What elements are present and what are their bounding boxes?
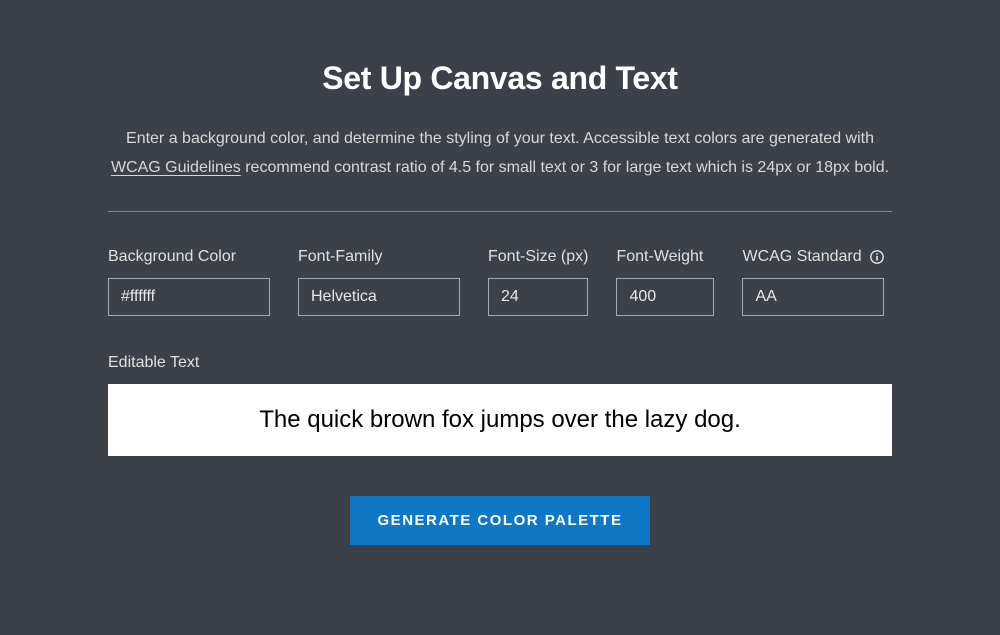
- button-row: GENERATE COLOR PALETTE: [108, 496, 892, 545]
- font-size-label: Font-Size (px): [488, 248, 588, 266]
- editable-text-group: Editable Text The quick brown fox jumps …: [108, 354, 892, 456]
- description-text-2: recommend contrast ratio of 4.5 for smal…: [241, 159, 889, 176]
- generate-palette-button[interactable]: GENERATE COLOR PALETTE: [350, 496, 651, 545]
- font-family-label: Font-Family: [298, 248, 460, 266]
- font-family-group: Font-Family: [298, 248, 460, 316]
- wcag-guidelines-link[interactable]: WCAG Guidelines: [111, 159, 241, 176]
- font-weight-group: Font-Weight: [616, 248, 714, 316]
- wcag-standard-label-row: WCAG Standard: [742, 248, 883, 266]
- background-color-label: Background Color: [108, 248, 270, 266]
- font-weight-input[interactable]: [616, 278, 714, 316]
- page-description: Enter a background color, and determine …: [108, 125, 892, 183]
- font-family-input[interactable]: [298, 278, 460, 316]
- description-text-1: Enter a background color, and determine …: [126, 130, 874, 147]
- wcag-standard-label: WCAG Standard: [742, 248, 861, 266]
- background-color-group: Background Color: [108, 248, 270, 316]
- font-weight-label: Font-Weight: [616, 248, 714, 266]
- divider: [108, 211, 892, 212]
- form-row: Background Color Font-Family Font-Size (…: [108, 248, 892, 316]
- editable-text-label: Editable Text: [108, 354, 892, 372]
- background-color-input[interactable]: [108, 278, 270, 316]
- wcag-standard-group: WCAG Standard: [742, 248, 883, 316]
- font-size-group: Font-Size (px): [488, 248, 588, 316]
- font-size-input[interactable]: [488, 278, 588, 316]
- wcag-standard-input[interactable]: [742, 278, 883, 316]
- info-icon[interactable]: [870, 250, 884, 264]
- page-title: Set Up Canvas and Text: [108, 60, 892, 97]
- editable-text-area[interactable]: The quick brown fox jumps over the lazy …: [108, 384, 892, 456]
